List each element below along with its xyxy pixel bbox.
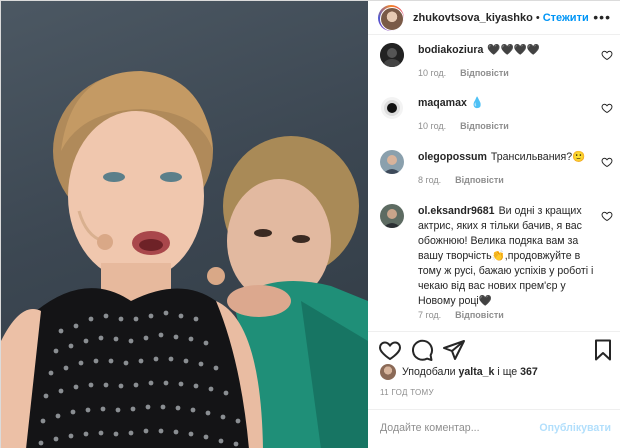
- likes-suffix: і ще: [497, 366, 518, 378]
- share-paper-plane-icon[interactable]: [442, 338, 466, 362]
- comment-body: ol.eksandr9681 Ви одні з кращих актрис, я…: [418, 204, 596, 309]
- reply-button[interactable]: Відповісти: [460, 121, 509, 131]
- comment-item: maqamax 💧 10 год. Відповісти: [380, 96, 613, 146]
- comment-item: olegopossum Трансильвания?🙂 8 год. Відпові…: [380, 150, 613, 200]
- user-avatar-photo-icon[interactable]: [380, 204, 404, 228]
- comment-username[interactable]: maqamax: [418, 97, 467, 109]
- post-photo[interactable]: [1, 1, 368, 448]
- likes-prefix: Уподобали: [402, 366, 456, 378]
- publish-button[interactable]: Опублікувати: [539, 422, 611, 434]
- comment-time: 7 год.: [418, 310, 442, 320]
- reply-button[interactable]: Відповісти: [460, 68, 509, 78]
- author-avatar[interactable]: [378, 4, 404, 31]
- liker-avatar[interactable]: [380, 364, 396, 380]
- post-header: zhukovtsova_kiyashko • Стежити •••: [368, 1, 620, 35]
- heart-icon[interactable]: [601, 210, 613, 222]
- comment-meta: 10 год. Відповісти: [418, 68, 509, 78]
- selfie-illustration: [1, 71, 368, 448]
- like-heart-icon[interactable]: [378, 338, 402, 362]
- comments-list[interactable]: bodiakoziura 🖤🖤🖤🖤 10 год. Відповісти maqam…: [368, 35, 620, 331]
- reply-button[interactable]: Відповісти: [455, 310, 504, 320]
- comment-input[interactable]: Додайте коментар...: [380, 422, 480, 434]
- comment-username[interactable]: olegopossum: [418, 151, 487, 163]
- author-username[interactable]: zhukovtsova_kiyashko: [413, 12, 533, 24]
- bookmark-icon[interactable]: [591, 338, 615, 362]
- comment-item: bodiakoziura 🖤🖤🖤🖤 10 год. Відповісти: [380, 43, 613, 93]
- comment-username[interactable]: bodiakoziura: [418, 44, 483, 56]
- user-avatar-photo-icon[interactable]: [380, 150, 404, 174]
- user-avatar-orb-icon[interactable]: [380, 96, 404, 120]
- comment-body: olegopossum Трансильвания?🙂: [418, 150, 596, 165]
- comment-body: maqamax 💧: [418, 96, 596, 111]
- user-avatar-dark-icon[interactable]: [380, 43, 404, 67]
- comment-text: Трансильвания?🙂: [490, 151, 586, 163]
- comment-item: ol.eksandr9681 Ви одні з кращих актрис, я…: [380, 204, 613, 329]
- comment-username[interactable]: ol.eksandr9681: [418, 205, 495, 217]
- comment-meta: 7 год. Відповісти: [418, 310, 504, 320]
- more-options-icon[interactable]: •••: [593, 10, 611, 24]
- comment-time: 10 год.: [418, 68, 447, 78]
- comment-time: 8 год.: [418, 175, 442, 185]
- likes-summary: Уподобали yalta_k і ще 367: [380, 364, 538, 380]
- comment-body: bodiakoziura 🖤🖤🖤🖤: [418, 43, 596, 58]
- comment-bubble-icon[interactable]: [410, 338, 434, 362]
- comment-text: 🖤🖤🖤🖤: [487, 44, 541, 56]
- comment-meta: 10 год. Відповісти: [418, 121, 509, 131]
- comment-time: 10 год.: [418, 121, 447, 131]
- comment-text: Ви одні з кращих актрис, яких я тільки б…: [418, 205, 594, 307]
- action-bar: [368, 331, 620, 365]
- heart-icon[interactable]: [601, 156, 613, 168]
- post-timestamp: 11 ГОД ТОМУ: [380, 388, 434, 397]
- comment-text: 💧: [470, 97, 485, 109]
- post-side-panel: zhukovtsova_kiyashko • Стежити ••• bodia…: [368, 1, 620, 448]
- comment-meta: 8 год. Відповісти: [418, 175, 504, 185]
- heart-icon[interactable]: [601, 102, 613, 114]
- add-comment-bar: Додайте коментар... Опублікувати: [368, 409, 620, 448]
- instagram-post: zhukovtsova_kiyashko • Стежити ••• bodia…: [0, 0, 620, 448]
- liker-username[interactable]: yalta_k: [459, 366, 495, 378]
- likes-count[interactable]: 367: [520, 366, 538, 378]
- follow-button[interactable]: Стежити: [543, 12, 589, 24]
- heart-icon[interactable]: [601, 49, 613, 61]
- separator-dot: •: [535, 11, 540, 24]
- reply-button[interactable]: Відповісти: [455, 175, 504, 185]
- first-face: [68, 111, 204, 281]
